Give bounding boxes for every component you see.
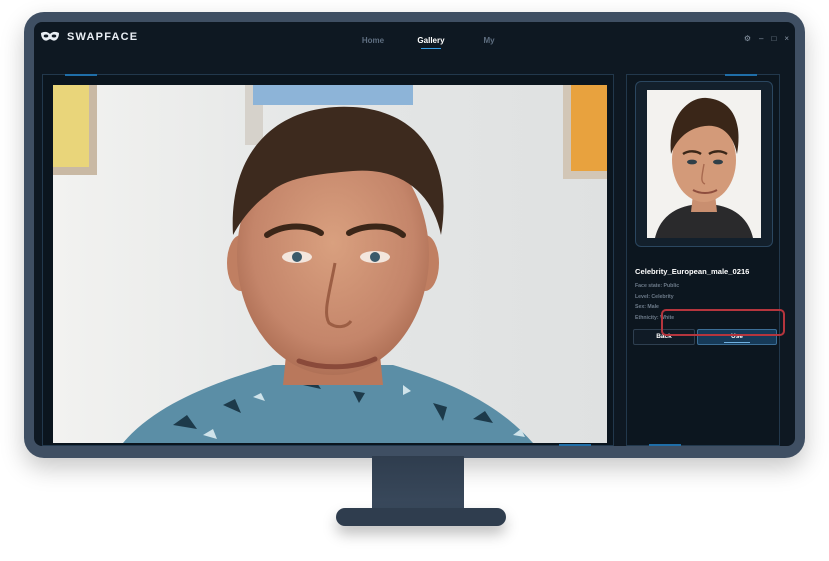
profile-meta: Face state: Public Level: Celebrity Sex:… [635,283,679,325]
monitor-stand-neck [372,456,464,512]
app-title: SWAPFACE [67,31,139,43]
monitor-stand-base [336,508,506,526]
ethnicity: Ethnicity: White [635,314,675,321]
maximize-icon[interactable]: □ [771,34,776,43]
video-preview[interactable] [53,85,607,443]
nav-home[interactable]: Home [344,36,402,45]
nav-my[interactable]: My [460,36,518,45]
app-logo: SWAPFACE [40,31,138,43]
portrait-image [647,90,761,238]
settings-icon[interactable]: ⚙ [744,34,751,43]
level: Level: Celebrity [635,293,674,300]
sex: Sex: Male [635,304,659,310]
mask-icon [41,31,59,41]
celebrity-portrait [647,90,761,238]
top-nav: Home Gallery My [344,36,518,49]
monitor: SWAPFACE Home Gallery My ⚙ – □ × Celebri… [24,12,805,458]
title-bar: SWAPFACE Home Gallery My ⚙ – □ × [34,22,795,60]
profile-panel: Celebrity_European_male_0216 Face state:… [626,74,780,446]
profile-name: Celebrity_European_male_0216 [635,267,750,276]
face-state: Face state: Public [635,283,680,289]
portrait-card [635,81,773,247]
video-preview-panel [42,74,614,446]
close-icon[interactable]: × [784,34,789,43]
back-button[interactable]: Back [633,329,695,345]
face-video-image [53,85,607,443]
app-screen: SWAPFACE Home Gallery My ⚙ – □ × Celebri… [34,22,795,446]
minimize-icon[interactable]: – [759,34,763,43]
use-button[interactable]: Use [697,329,777,345]
window-controls: ⚙ – □ × [744,34,789,43]
nav-gallery[interactable]: Gallery [402,36,460,49]
